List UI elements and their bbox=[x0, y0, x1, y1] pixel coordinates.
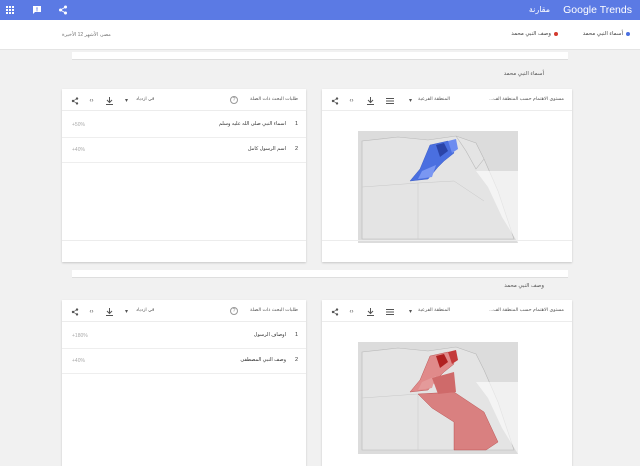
share-icon[interactable] bbox=[330, 96, 339, 105]
list-view-icon[interactable] bbox=[385, 307, 394, 316]
section-divider bbox=[72, 270, 568, 278]
egypt-map[interactable] bbox=[358, 131, 518, 248]
row-rank: 2 bbox=[294, 146, 298, 152]
comparison-bar: أسماء النبي محمد وصف النبي محمد مصر، الأ… bbox=[0, 20, 640, 50]
embed-icon[interactable]: ‹› bbox=[347, 307, 356, 316]
page-title: مقارنة bbox=[528, 5, 550, 14]
card-header: ‹› ▾ في ازدياد ? طلبات البحث ذات الصلة bbox=[62, 300, 306, 322]
share-icon[interactable] bbox=[70, 96, 79, 105]
share-icon[interactable] bbox=[70, 307, 79, 316]
row-value: +40% bbox=[72, 358, 85, 364]
card-header: ‹› ▾ المنطقة الفرعية مستوى الاهتمام حسب … bbox=[322, 300, 572, 322]
term-label: وصف النبي محمد bbox=[511, 31, 551, 37]
download-icon[interactable] bbox=[366, 96, 375, 105]
card-header: ‹› ▾ المنطقة الفرعية مستوى الاهتمام حسب … bbox=[322, 89, 572, 111]
table-row[interactable]: 2 وصف النبي المصطفى +40% bbox=[62, 349, 306, 374]
embed-icon[interactable]: ‹› bbox=[87, 96, 96, 105]
apps-icon[interactable] bbox=[3, 3, 17, 17]
list-view-icon[interactable] bbox=[385, 96, 394, 105]
card-title: مستوى الاهتمام حسب المنطقة الف... bbox=[489, 97, 564, 102]
app-header: مقارنة Google Trends bbox=[0, 0, 640, 20]
help-icon[interactable]: ? bbox=[230, 96, 238, 104]
table-row[interactable]: 2 اسم الرسول كامل +40% bbox=[62, 138, 306, 163]
download-icon[interactable] bbox=[105, 307, 114, 316]
term-label: أسماء النبي محمد bbox=[582, 31, 623, 37]
term-color-dot bbox=[626, 32, 630, 36]
section-divider bbox=[72, 52, 568, 60]
row-query[interactable]: وصف النبي المصطفى bbox=[240, 357, 286, 363]
region-select[interactable]: المنطقة الفرعية bbox=[418, 308, 450, 313]
section-title: وصف النبي محمد bbox=[504, 283, 544, 289]
section-title: أسماء النبي محمد bbox=[503, 71, 544, 77]
row-value: +50% bbox=[72, 122, 85, 128]
term-color-dot bbox=[554, 32, 558, 36]
related-queries-card: ‹› ▾ في ازدياد ? طلبات البحث ذات الصلة 1… bbox=[62, 300, 306, 466]
chevron-down-icon[interactable]: ▾ bbox=[122, 96, 131, 105]
row-query[interactable]: اسم الرسول كامل bbox=[248, 146, 286, 152]
share-icon[interactable] bbox=[330, 307, 339, 316]
egypt-map[interactable] bbox=[358, 342, 518, 459]
card-title: طلبات البحث ذات الصلة bbox=[250, 97, 298, 102]
chevron-down-icon[interactable]: ▾ bbox=[406, 307, 415, 316]
region-select[interactable]: المنطقة الفرعية bbox=[418, 97, 450, 102]
chevron-down-icon[interactable]: ▾ bbox=[406, 96, 415, 105]
row-value: +180% bbox=[72, 333, 88, 339]
card-footer bbox=[322, 240, 572, 262]
download-icon[interactable] bbox=[366, 307, 375, 316]
row-rank: 1 bbox=[294, 121, 298, 127]
chevron-down-icon[interactable]: ▾ bbox=[122, 307, 131, 316]
card-header: ‹› ▾ في ازدياد ? طلبات البحث ذات الصلة bbox=[62, 89, 306, 111]
share-icon[interactable] bbox=[56, 3, 70, 17]
help-icon[interactable]: ? bbox=[230, 307, 238, 315]
period-label: مصر، الأشهر 12 الأخيرة bbox=[62, 32, 111, 38]
row-rank: 2 bbox=[294, 357, 298, 363]
row-query[interactable]: اوصاف الرسول bbox=[254, 332, 286, 338]
filter-select[interactable]: في ازدياد bbox=[136, 97, 154, 102]
term-chip-1[interactable]: أسماء النبي محمد bbox=[583, 31, 630, 37]
interest-by-region-card: ‹› ▾ المنطقة الفرعية مستوى الاهتمام حسب … bbox=[322, 89, 572, 262]
row-rank: 1 bbox=[294, 332, 298, 338]
card-title: مستوى الاهتمام حسب المنطقة الف... bbox=[489, 308, 564, 313]
interest-by-region-card: ‹› ▾ المنطقة الفرعية مستوى الاهتمام حسب … bbox=[322, 300, 572, 466]
embed-icon[interactable]: ‹› bbox=[347, 96, 356, 105]
filter-select[interactable]: في ازدياد bbox=[136, 308, 154, 313]
row-query[interactable]: اسماء النبي صلى الله عليه وسلم bbox=[219, 121, 286, 127]
related-queries-card: ‹› ▾ في ازدياد ? طلبات البحث ذات الصلة 1… bbox=[62, 89, 306, 262]
google-trends-logo[interactable]: Google Trends bbox=[563, 4, 632, 16]
term-chip-2[interactable]: وصف النبي محمد bbox=[511, 31, 558, 37]
card-footer bbox=[62, 240, 306, 262]
embed-icon[interactable]: ‹› bbox=[87, 307, 96, 316]
table-row[interactable]: 1 اسماء النبي صلى الله عليه وسلم +50% bbox=[62, 113, 306, 138]
feedback-icon[interactable] bbox=[30, 3, 44, 17]
table-row[interactable]: 1 اوصاف الرسول +180% bbox=[62, 324, 306, 349]
card-title: طلبات البحث ذات الصلة bbox=[250, 308, 298, 313]
row-value: +40% bbox=[72, 147, 85, 153]
download-icon[interactable] bbox=[105, 96, 114, 105]
